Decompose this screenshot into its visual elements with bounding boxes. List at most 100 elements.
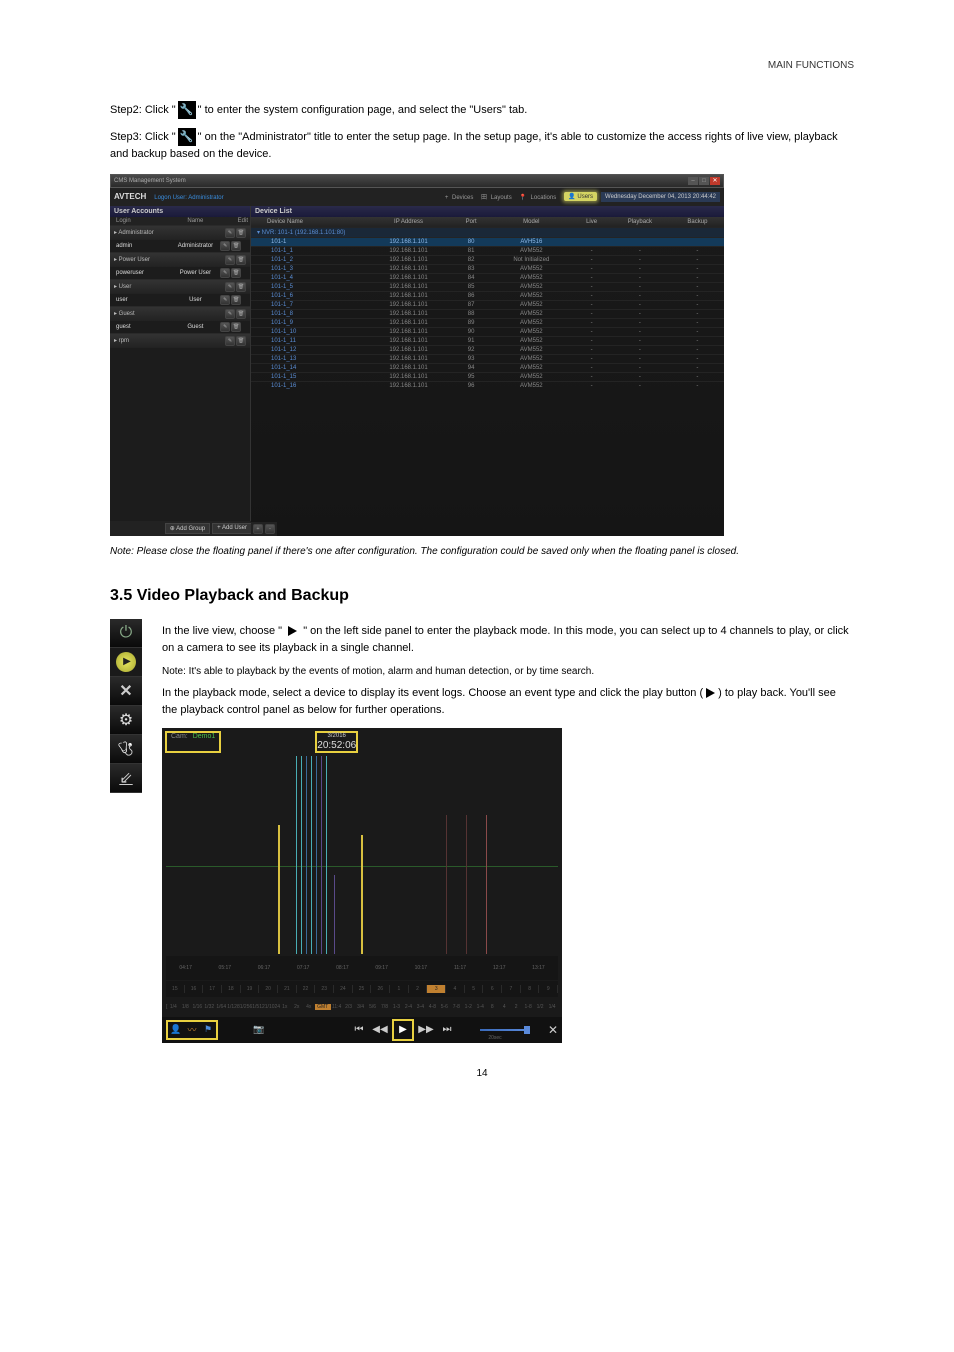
add-group-button[interactable]: ⊕ Add Group (165, 523, 210, 534)
delete-icon[interactable]: 🗑 (236, 228, 246, 238)
motion-icon[interactable]: 〰 (185, 1023, 199, 1037)
power-icon[interactable] (110, 619, 142, 648)
link-devices[interactable]: + Devices (445, 195, 476, 201)
device-row[interactable]: 101-1_11192.168.1.10191AVM552--- (251, 336, 724, 345)
play-icon[interactable] (110, 648, 142, 677)
device-row[interactable]: 101-1_2192.168.1.10182Not Initialized--- (251, 255, 724, 264)
delete-icon[interactable]: 🗑 (231, 268, 241, 278)
nvr-row[interactable]: ▾ NVR: 101-1 (192.168.1.101:80) (251, 227, 724, 237)
playback-timeline[interactable]: 04:1705:1706:1707:1708:1709:1710:1711:17… (166, 956, 558, 980)
playback-controls: 👤 〰 ⚑ 📷 ⏮ ◀◀ ▶ ▶▶ ⏭ 20sec (162, 1017, 562, 1043)
close-playback-icon[interactable]: ✕ (548, 1023, 558, 1037)
skip-start-icon[interactable]: ⏮ (350, 1021, 368, 1039)
minimize-icon[interactable]: – (688, 177, 698, 185)
user-group[interactable]: ▸ Administrator✎🗑 (110, 226, 250, 240)
playback-day-scrubber[interactable]: 151617181920212223242526123456789 (166, 981, 558, 997)
page-header: MAIN FUNCTIONS (110, 60, 854, 71)
gear-icon[interactable] (110, 706, 142, 735)
rewind-icon[interactable]: ◀◀ (371, 1021, 389, 1039)
health-icon[interactable] (110, 735, 142, 764)
delete-icon[interactable]: 🗑 (231, 295, 241, 305)
user-group[interactable]: ▸ Guest✎🗑 (110, 307, 250, 321)
flag-icon[interactable]: ⚑ (201, 1023, 215, 1037)
edit-icon[interactable]: ✎ (225, 255, 235, 265)
device-row[interactable]: 101-1_14192.168.1.10194AVM552--- (251, 363, 724, 372)
playback-ruler: [ 1/41/81/161/321/641/1281/2561/5121/102… (166, 998, 558, 1016)
device-table: Device NameIP AddressPortModelLivePlayba… (251, 217, 724, 390)
speed-slider[interactable] (480, 1029, 530, 1031)
user-row[interactable]: userUser✎🗑 (110, 294, 250, 307)
device-row[interactable]: 101-1_12192.168.1.10192AVM552--- (251, 345, 724, 354)
close-icon[interactable]: ✕ (710, 177, 720, 185)
user-row[interactable]: poweruserPower User✎🗑 (110, 267, 250, 280)
add-device-button[interactable]: + (253, 524, 263, 534)
edit-icon[interactable]: ✎ (220, 241, 230, 251)
user-row[interactable]: guestGuest✎🗑 (110, 321, 250, 334)
skip-end-icon[interactable]: ⏭ (438, 1021, 456, 1039)
play-button[interactable]: ▶ (392, 1019, 414, 1041)
add-user-button[interactable]: + Add User (212, 523, 252, 534)
step3-prefix: Step3: Click " (110, 130, 176, 142)
delete-icon[interactable]: 🗑 (236, 309, 246, 319)
playback-filter-icons: 👤 〰 ⚑ (166, 1020, 218, 1040)
device-row[interactable]: 101-1_5192.168.1.10185AVM552--- (251, 282, 724, 291)
device-row[interactable]: 101-1_7192.168.1.10187AVM552--- (251, 300, 724, 309)
note-motion: Note: It's able to playback by the event… (162, 666, 854, 677)
link-locations[interactable]: 📍 Locations (519, 195, 558, 201)
tools-icon[interactable] (110, 677, 142, 706)
device-row[interactable]: 101-1_16192.168.1.10196AVM552--- (251, 381, 724, 390)
device-header: Live (574, 217, 609, 228)
sidebar-title: User Accounts (110, 206, 250, 217)
top-bar: AVTECH Logon User: Administrator + Devic… (110, 188, 724, 206)
device-row[interactable]: 101-1_15192.168.1.10195AVM552--- (251, 372, 724, 381)
device-header: Playback (609, 217, 671, 228)
step2-prefix: Step2: Click " (110, 104, 176, 116)
device-row[interactable]: 101-1_10192.168.1.10190AVM552--- (251, 327, 724, 336)
user-group[interactable]: ▸ rpm✎🗑 (110, 334, 250, 348)
content-bottom-buttons: + - (251, 522, 277, 536)
device-row[interactable]: 101-1_4192.168.1.10184AVM552--- (251, 273, 724, 282)
person-icon[interactable]: 👤 (169, 1023, 183, 1037)
delete-icon[interactable]: 🗑 (236, 282, 246, 292)
delete-icon[interactable]: 🗑 (231, 241, 241, 251)
device-row[interactable]: 101-1_3192.168.1.10183AVM552--- (251, 264, 724, 273)
camera-icon[interactable]: 📷 (252, 1023, 266, 1037)
device-row[interactable]: 101-1192.168.1.10180AVH516 (251, 237, 724, 246)
device-row[interactable]: 101-1_8192.168.1.10188AVM552--- (251, 309, 724, 318)
device-row[interactable]: 101-1_9192.168.1.10189AVM552--- (251, 318, 724, 327)
delete-icon[interactable]: 🗑 (231, 322, 241, 332)
user-group[interactable]: ▸ User✎🗑 (110, 280, 250, 294)
device-header: IP Address (363, 217, 454, 228)
play-inline-icon (288, 626, 297, 636)
delete-icon[interactable]: 🗑 (236, 255, 246, 265)
delete-icon[interactable]: 🗑 (236, 336, 246, 346)
note-close-panel: Note: Please close the floating panel if… (110, 546, 854, 557)
playback-intro: In the live view, choose " " on the left… (162, 623, 854, 658)
user-row[interactable]: adminAdministrator✎🗑 (110, 240, 250, 253)
edit-icon[interactable]: ✎ (225, 309, 235, 319)
pb-steps-a: In the playback mode, select a device to… (162, 687, 703, 699)
top-links: + Devices 田 Layouts 📍 Locations (443, 192, 560, 201)
device-row[interactable]: 101-1_1192.168.1.10181AVM552--- (251, 246, 724, 255)
left-toolbar (110, 619, 142, 793)
forward-icon[interactable]: ▶▶ (417, 1021, 435, 1039)
edit-icon[interactable]: ✎ (220, 295, 230, 305)
users-tab[interactable]: 👤 Users (564, 192, 597, 201)
log-icon[interactable] (110, 764, 142, 793)
datetime-display: Wednesday December 04, 2013 20:44:42 (601, 192, 720, 202)
edit-icon[interactable]: ✎ (225, 282, 235, 292)
wrench-icon (178, 101, 196, 119)
play-inline-icon (706, 688, 715, 698)
user-accounts-sidebar: User Accounts Login Name Edit ▸ Administ… (110, 206, 251, 536)
edit-icon[interactable]: ✎ (225, 336, 235, 346)
user-group[interactable]: ▸ Power User✎🗑 (110, 253, 250, 267)
step3-suffix: " on the "Administrator" title to enter … (110, 130, 838, 160)
device-row[interactable]: 101-1_6192.168.1.10186AVM552--- (251, 291, 724, 300)
remove-device-button[interactable]: - (265, 524, 275, 534)
edit-icon[interactable]: ✎ (225, 228, 235, 238)
maximize-icon[interactable]: □ (699, 177, 709, 185)
device-row[interactable]: 101-1_13192.168.1.10193AVM552--- (251, 354, 724, 363)
link-layouts[interactable]: 田 Layouts (481, 195, 514, 201)
edit-icon[interactable]: ✎ (220, 322, 230, 332)
edit-icon[interactable]: ✎ (220, 268, 230, 278)
